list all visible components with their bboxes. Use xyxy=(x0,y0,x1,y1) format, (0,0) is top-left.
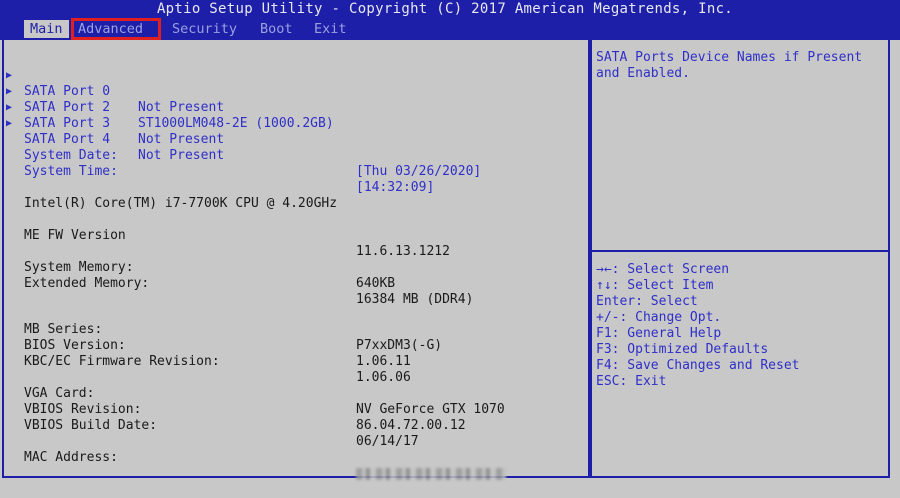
system-time-label: System Time: xyxy=(24,164,118,179)
sata-port-0-row[interactable]: ▶ SATA Port 0 Not Present xyxy=(4,52,584,115)
help-divider xyxy=(592,250,888,252)
mac-address-label: MAC Address: xyxy=(24,450,118,465)
mb-series-row: MB Series: P7xxDM3(-G) xyxy=(4,306,584,353)
tab-boot[interactable]: Boot xyxy=(254,20,299,38)
me-fw-row: ME FW Version 11.6.13.1212 xyxy=(4,212,584,259)
mac-address-redacted xyxy=(356,466,506,482)
sata-port-value: ST1000LM048-2E (1000.2GB) xyxy=(138,116,334,131)
system-memory-value: 640KB xyxy=(356,276,396,291)
title-bar: Aptio Setup Utility - Copyright (C) 2017… xyxy=(0,0,900,40)
key-select-screen: →←: Select Screen xyxy=(596,262,730,277)
vbios-revision-row: VBIOS Revision: 86.04.72.00.12 xyxy=(4,386,584,433)
tab-security[interactable]: Security xyxy=(166,20,243,38)
sata-port-3-row[interactable]: ▶ SATA Port 3 Not Present xyxy=(4,84,584,147)
key-select-item: ↑↓: Select Item xyxy=(596,278,714,293)
bios-version-row: BIOS Version: 1.06.11 xyxy=(4,322,584,369)
help-text: SATA Ports Device Names if Present and E… xyxy=(596,50,870,81)
extended-memory-label: Extended Memory: xyxy=(24,276,150,291)
key-exit: ESC: Exit xyxy=(596,374,667,389)
key-legend: →←: Select Screen ↑↓: Select Item Enter:… xyxy=(596,262,886,390)
vbios-revision-value: 86.04.72.00.12 xyxy=(356,418,466,433)
key-general-help: F1: General Help xyxy=(596,326,722,341)
key-save-reset: F4: Save Changes and Reset xyxy=(596,358,800,373)
key-enter-select: Enter: Select xyxy=(596,294,698,309)
sata-port-4-row[interactable]: ▶ SATA Port 4 Not Present xyxy=(4,100,584,163)
me-fw-label: ME FW Version xyxy=(24,228,126,243)
mac-address-row: MAC Address: xyxy=(4,434,584,480)
sata-port-label: SATA Port 3 xyxy=(24,116,111,131)
system-date-row[interactable]: System Date: [Thu 03/26/2020] xyxy=(4,132,584,179)
kbc-ec-row: KBC/EC Firmware Revision: 1.06.06 xyxy=(4,338,584,385)
app-title: Aptio Setup Utility - Copyright (C) 2017… xyxy=(156,1,734,17)
key-change-opt: +/-: Change Opt. xyxy=(596,310,722,325)
submenu-arrow-icon: ▶ xyxy=(6,118,13,129)
help-panel: SATA Ports Device Names if Present and E… xyxy=(590,40,890,478)
tab-main[interactable]: Main xyxy=(24,20,69,38)
vbios-date-row: VBIOS Build Date: 06/14/17 xyxy=(4,402,584,449)
cpu-row: Intel(R) Core(TM) i7-7700K CPU @ 4.20GHz xyxy=(4,180,584,211)
tab-advanced[interactable]: Advanced xyxy=(71,18,161,40)
sata-port-2-row[interactable]: ▶ SATA Port 2 ST1000LM048-2E (1000.2GB) xyxy=(4,68,584,131)
system-memory-row: System Memory: 640KB xyxy=(4,244,584,291)
cpu-label: Intel(R) Core(TM) i7-7700K CPU @ 4.20GHz xyxy=(24,196,338,211)
system-time-row[interactable]: System Time: [14:32:09] xyxy=(4,148,584,195)
extended-memory-row: Extended Memory: 16384 MB (DDR4) xyxy=(4,260,584,307)
vga-card-row: VGA Card: NV GeForce GTX 1070 xyxy=(4,370,584,417)
bios-version-value: 1.06.11 xyxy=(356,354,411,369)
main-settings-panel: ▶ SATA Port 0 Not Present ▶ SATA Port 2 … xyxy=(2,40,590,480)
kbc-ec-label: KBC/EC Firmware Revision: xyxy=(24,354,220,369)
menu-tabs: Main Advanced Security Boot Exit xyxy=(0,18,900,40)
system-date-value[interactable]: [Thu 03/26/2020] xyxy=(356,164,481,180)
key-optimized-defaults: F3: Optimized Defaults xyxy=(596,342,769,357)
vbios-date-label: VBIOS Build Date: xyxy=(24,418,158,433)
tab-exit[interactable]: Exit xyxy=(308,20,353,38)
